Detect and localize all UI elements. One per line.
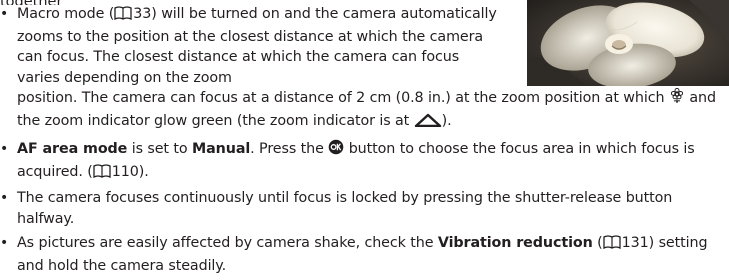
book-reference-icon xyxy=(114,6,132,27)
ok-button-icon xyxy=(328,139,344,162)
macro-mode-text: Macro mode (33) will be turned on and th… xyxy=(17,6,497,86)
macro-flower-icon xyxy=(669,87,685,111)
bullet-dot: • xyxy=(0,190,9,206)
bullet-dot: • xyxy=(0,235,9,251)
bullet-dot: • xyxy=(0,141,9,157)
list-item-vibration-reduction: • As pictures are easily affected by cam… xyxy=(0,235,708,274)
macro-mode-text-continued: position. The camera can focus at a dist… xyxy=(17,87,727,134)
list-item-macro-mode: • Macro mode (33) will be turned on and … xyxy=(0,4,729,133)
manual-page: together xyxy=(0,0,729,280)
zoom-indicator-triangle-icon xyxy=(414,113,442,134)
instruction-list: • Macro mode (33) will be turned on and … xyxy=(0,4,729,280)
list-item-continuous-focus: • The camera focuses continuously until … xyxy=(0,190,673,227)
book-reference-icon xyxy=(93,163,111,185)
book-reference-icon xyxy=(603,235,621,256)
list-item-af-area-mode: • AF area mode is set to Manual. Press t… xyxy=(0,139,729,184)
bullet-dot: • xyxy=(0,6,9,22)
